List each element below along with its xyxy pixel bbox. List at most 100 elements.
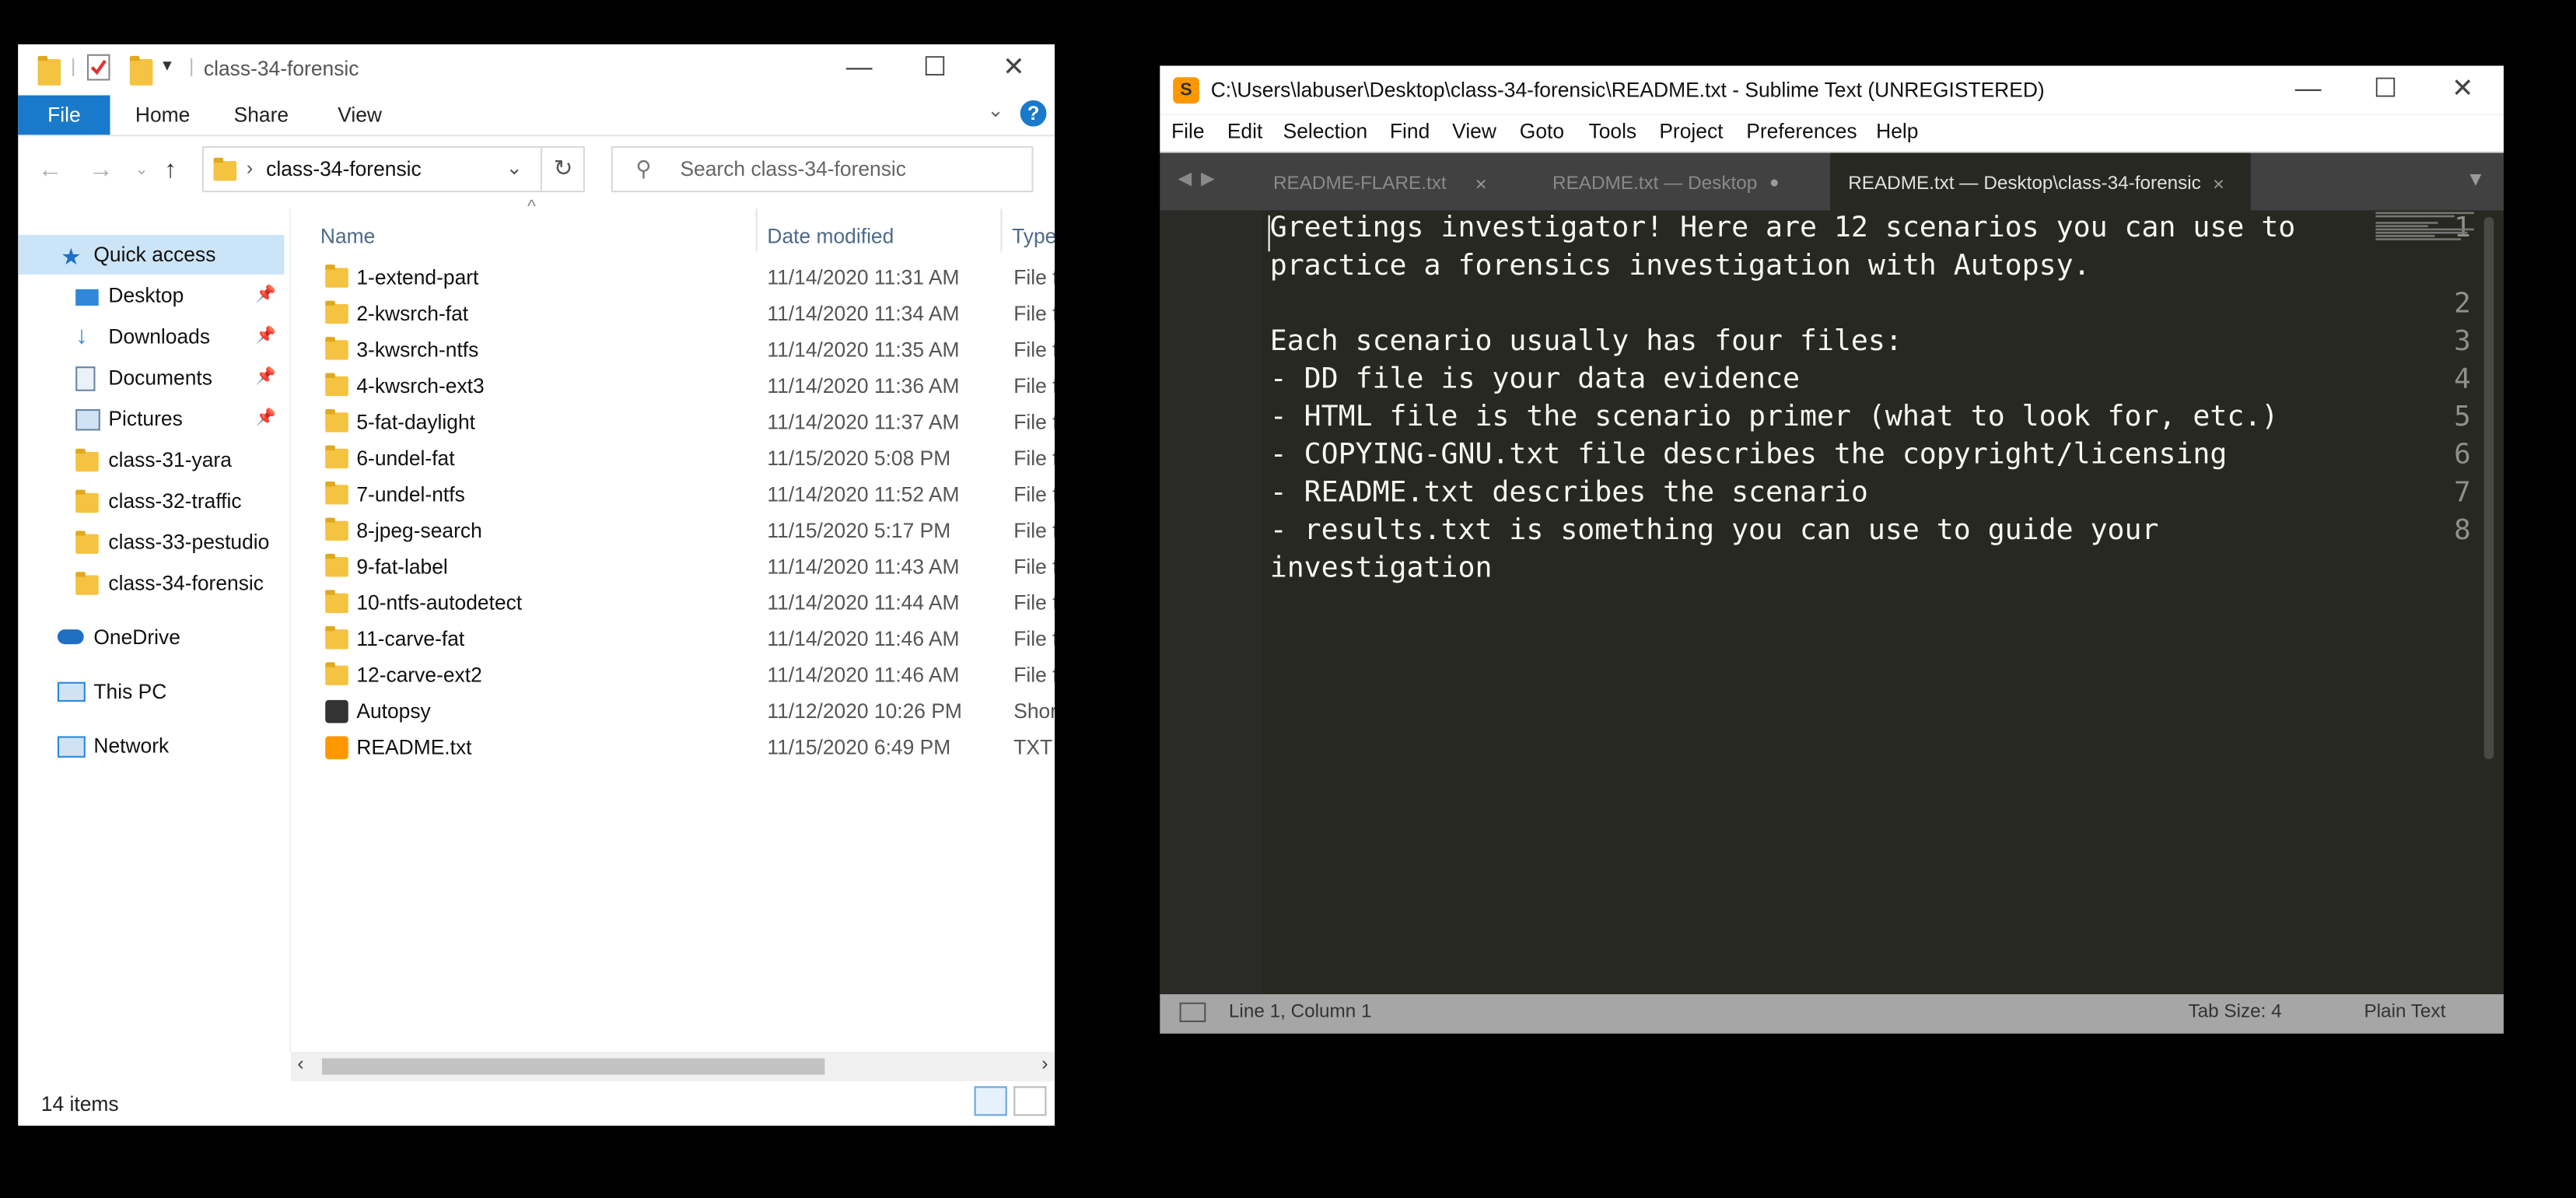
menu-tools[interactable]: Tools [1588, 120, 1636, 143]
close-button[interactable]: ✕ [2425, 66, 2501, 115]
file-row[interactable]: 9-fat-label 11/14/2020 11:43 AM File f [320, 549, 1055, 585]
tab-view[interactable]: View [331, 96, 390, 135]
refresh-icon[interactable]: ↻ [554, 155, 573, 183]
panel-toggle-icon[interactable] [1179, 1002, 1206, 1022]
menu-project[interactable]: Project [1659, 120, 1723, 143]
pin-icon[interactable]: 📌 [256, 359, 276, 398]
minimize-button[interactable]: — [821, 44, 897, 93]
scroll-right-icon[interactable]: › [1041, 1052, 1048, 1075]
tab-nav-left-icon[interactable]: ◀ [1178, 167, 1192, 189]
code-line[interactable]: - COPYING-GNU.txt file describes the cop… [1270, 439, 2228, 471]
large-icons-view-icon[interactable] [1013, 1086, 1047, 1116]
file-row[interactable]: 11-carve-fat 11/14/2020 11:46 AM File f [320, 622, 1055, 657]
file-row[interactable]: Autopsy 11/12/2020 10:26 PM Shor [320, 693, 1055, 729]
nav-pictures[interactable]: Pictures 📌 [18, 399, 284, 439]
nav-downloads[interactable]: ↓ Downloads 📌 [18, 317, 284, 357]
code-line[interactable]: - HTML file is the scenario primer (what… [1270, 401, 2279, 433]
properties-icon[interactable] [86, 54, 110, 81]
menu-find[interactable]: Find [1390, 120, 1430, 143]
back-icon[interactable]: ← [38, 156, 63, 184]
file-row[interactable]: 2-kwsrch-fat 11/14/2020 11:34 AM File f [320, 296, 1055, 331]
pin-icon[interactable]: 📌 [256, 317, 276, 357]
maximize-button[interactable]: ☐ [897, 44, 972, 93]
code-line[interactable]: investigation [1270, 552, 1493, 585]
expand-ribbon-icon[interactable]: ⌄ [987, 99, 1003, 122]
file-row[interactable]: 8-jpeg-search 11/15/2020 5:17 PM File f [320, 513, 1055, 548]
tab-nav-right-icon[interactable]: ▶ [1201, 167, 1215, 189]
forward-icon[interactable]: → [89, 156, 114, 184]
code-line[interactable]: Greetings investigator! Here are 12 scen… [1270, 212, 2296, 245]
up-icon[interactable]: ↑ [164, 156, 177, 184]
code-line[interactable]: Each scenario usually has four files: [1270, 325, 1902, 358]
scroll-left-icon[interactable]: ‹ [297, 1052, 303, 1075]
folder-icon [325, 517, 348, 541]
pin-icon[interactable]: 📌 [256, 276, 276, 316]
pin-icon[interactable]: 📌 [256, 399, 276, 439]
menu-goto[interactable]: Goto [1520, 120, 1564, 143]
nav-onedrive[interactable]: OneDrive [18, 618, 284, 657]
menu-view[interactable]: View [1452, 120, 1496, 143]
menu-help[interactable]: Help [1876, 120, 1918, 143]
file-row[interactable]: 7-undel-ntfs 11/14/2020 11:52 AM File f [320, 477, 1055, 513]
syntax-mode[interactable]: Plain Text [2364, 1003, 2445, 1022]
nav-quick-access[interactable]: ★ Quick access [18, 235, 285, 275]
nav-documents[interactable]: Documents 📌 [18, 359, 284, 398]
code-line[interactable]: - results.txt is something you can use t… [1270, 514, 2159, 547]
tab-home[interactable]: Home [133, 96, 192, 135]
file-row[interactable]: 5-fat-daylight 11/14/2020 11:37 AM File … [320, 405, 1055, 440]
tab-readme-class-34[interactable]: README.txt — Desktop\class-34-forensic × [1829, 152, 2251, 211]
tab-size[interactable]: Tab Size: 4 [2188, 1003, 2281, 1022]
tab-readme-desktop[interactable]: README.txt — Desktop ● [1535, 152, 1814, 210]
help-icon[interactable]: ? [1020, 100, 1047, 127]
new-folder-icon[interactable] [129, 55, 153, 86]
search-box[interactable]: ⚲ Search class-34-forensic [611, 146, 1034, 193]
close-button[interactable]: ✕ [976, 44, 1052, 93]
file-row[interactable]: 3-kwsrch-ntfs 11/14/2020 11:35 AM File f [320, 332, 1055, 368]
folder-icon[interactable] [37, 55, 61, 86]
recent-locations-icon[interactable]: ⌄ [135, 161, 149, 179]
nav-desktop[interactable]: Desktop 📌 [18, 276, 284, 316]
tab-readme-flare[interactable]: README-FLARE.txt × [1255, 152, 1518, 210]
nav-class-33-pestudio[interactable]: class-33-pestudio [18, 523, 284, 562]
code-line[interactable]: - DD file is your data evidence [1270, 363, 1800, 396]
code-line[interactable]: practice a forensics investigation with … [1270, 250, 2091, 282]
nav-network[interactable]: Network [18, 727, 284, 766]
menu-preferences[interactable]: Preferences [1746, 120, 1857, 143]
menu-edit[interactable]: Edit [1227, 120, 1263, 143]
unsaved-dot-icon[interactable]: ● [1769, 152, 1780, 215]
column-name[interactable]: Name [320, 215, 375, 258]
column-separator[interactable] [755, 208, 758, 252]
minimap[interactable] [2375, 210, 2483, 243]
maximize-button[interactable]: ☐ [2347, 66, 2423, 115]
tab-file[interactable]: File [18, 95, 110, 135]
code-line[interactable]: - README.txt describes the scenario [1270, 477, 1868, 510]
column-separator[interactable] [1000, 208, 1003, 252]
details-view-icon[interactable] [974, 1086, 1007, 1116]
nav-class-34-forensic[interactable]: class-34-forensic [18, 564, 284, 604]
file-row[interactable]: 4-kwsrch-ext3 11/14/2020 11:36 AM File f [320, 368, 1055, 404]
tab-list-dropdown-icon[interactable]: ▼ [2466, 167, 2485, 191]
file-row[interactable]: 12-carve-ext2 11/14/2020 11:46 AM File f [320, 657, 1055, 693]
address-bar[interactable]: › class-34-forensic ⌄ ↻ [201, 146, 585, 193]
vertical-scrollbar-thumb[interactable] [2483, 216, 2494, 759]
customize-quick-access-icon[interactable]: ▾ [163, 54, 172, 75]
menu-file[interactable]: File [1171, 120, 1205, 143]
menu-selection[interactable]: Selection [1283, 120, 1368, 143]
tab-close-icon[interactable]: × [1475, 152, 1487, 215]
file-row[interactable]: README.txt 11/15/2020 6:49 PM TXT [320, 730, 1055, 765]
nav-class-32-traffic[interactable]: class-32-traffic [18, 482, 284, 521]
chevron-down-icon[interactable]: ⌄ [506, 156, 523, 180]
minimize-button[interactable]: — [2270, 66, 2346, 115]
column-date-modified[interactable]: Date modified [767, 215, 894, 258]
breadcrumb-chevron-icon[interactable]: › [247, 156, 253, 180]
nav-class-31-yara[interactable]: class-31-yara [18, 440, 284, 480]
scrollbar-thumb[interactable] [321, 1058, 825, 1075]
column-type[interactable]: Type [1012, 215, 1055, 258]
tab-share[interactable]: Share [232, 96, 291, 135]
nav-label: This PC [93, 680, 167, 704]
tab-close-icon[interactable]: × [2213, 152, 2224, 215]
nav-this-pc[interactable]: This PC [18, 672, 284, 712]
file-row[interactable]: 6-undel-fat 11/15/2020 5:08 PM File f [320, 440, 1055, 476]
file-row[interactable]: 1-extend-part 11/14/2020 11:31 AM File f [320, 260, 1055, 296]
file-row[interactable]: 10-ntfs-autodetect 11/14/2020 11:44 AM F… [320, 585, 1055, 621]
